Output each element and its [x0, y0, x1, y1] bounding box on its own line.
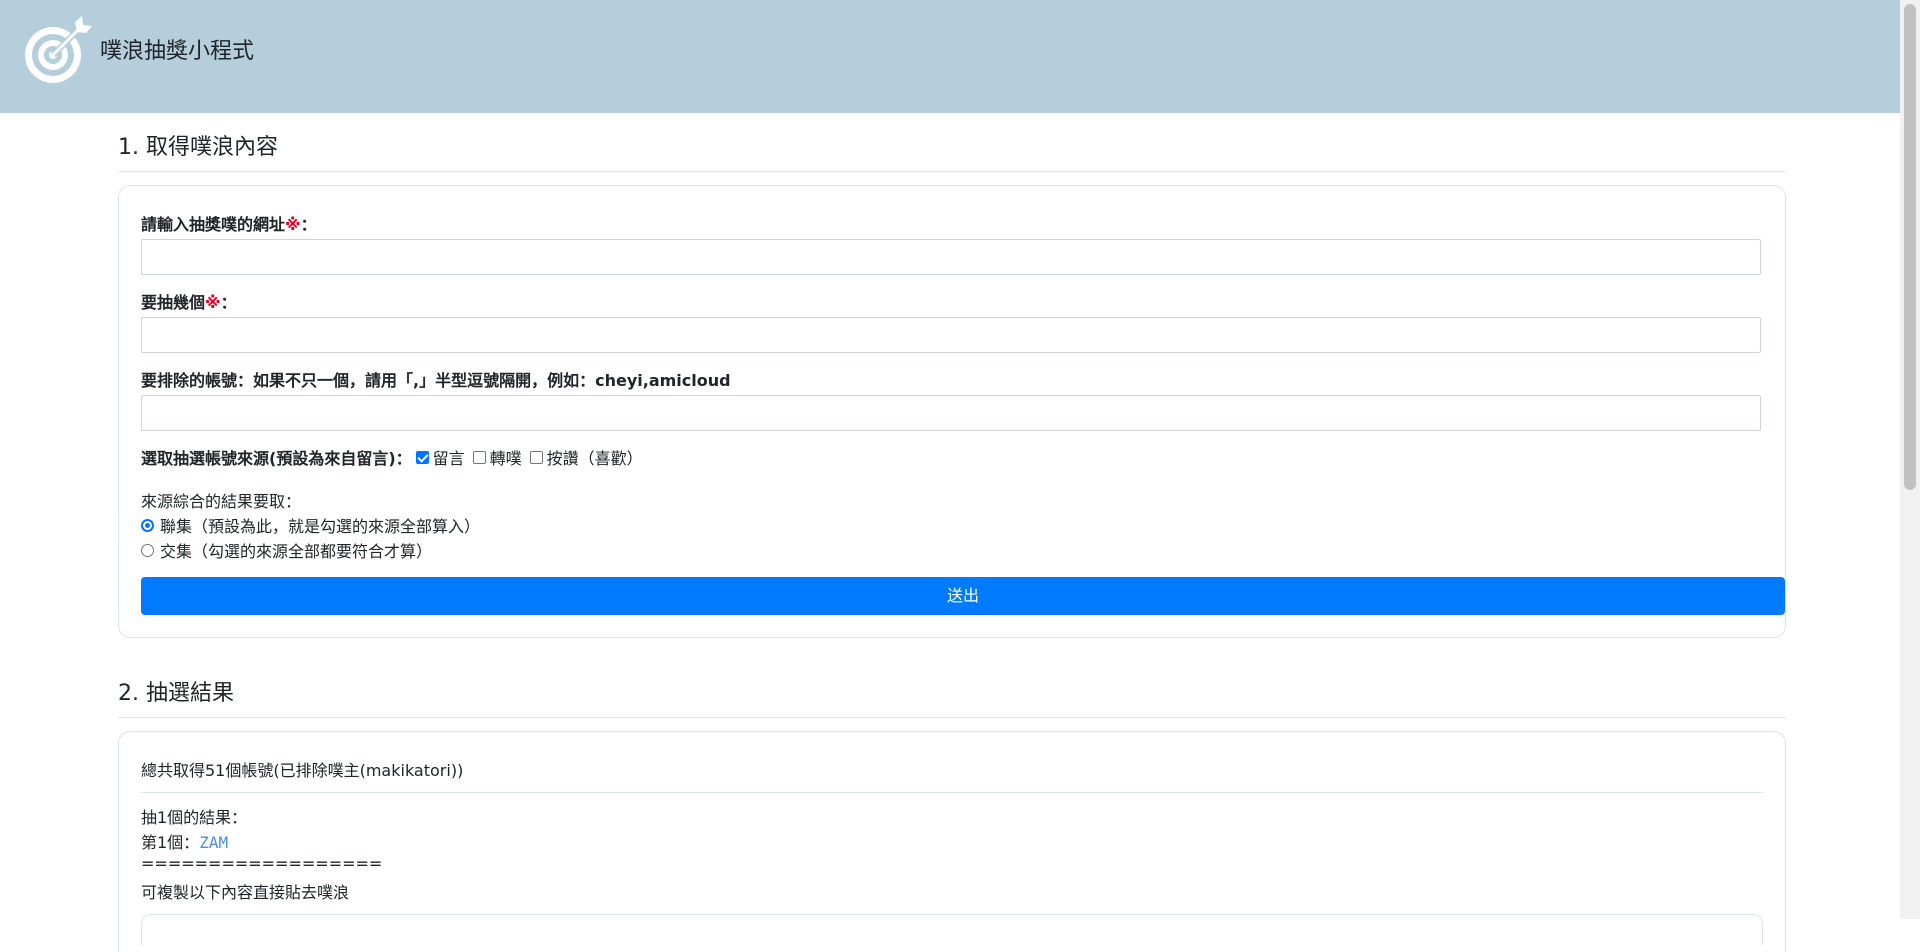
result-summary: 總共取得51個帳號(已排除噗主(makikatori)) — [141, 761, 464, 780]
count-label-text: 要抽幾個 — [141, 293, 206, 312]
winner-line: 第1個：ZAM — [141, 829, 228, 853]
count-label: 要抽幾個※： — [141, 289, 237, 313]
exclude-example: cheyi,amicloud — [595, 371, 731, 390]
exclude-label: 要排除的帳號：如果不只一個，請用「,」半型逗號隔開，例如：cheyi,amicl… — [141, 367, 731, 391]
intersection-radio[interactable] — [141, 543, 154, 557]
scrollbar-thumb[interactable] — [1904, 4, 1916, 490]
union-radio-label: 聯集（預設為此，就是勾選的來源全部算入） — [160, 517, 481, 536]
url-label: 請輸入抽獎噗的網址※： — [141, 211, 317, 235]
section-title-result: 2. 抽選結果 — [118, 679, 1786, 718]
winner-prefix: 第1個： — [141, 833, 200, 852]
intersection-radio-row[interactable]: 交集（勾選的來源全部都要符合才算） — [141, 538, 432, 562]
target-logo-icon — [25, 16, 92, 83]
union-radio[interactable] — [141, 518, 154, 532]
draw-count-input[interactable] — [141, 317, 1761, 353]
submit-button[interactable]: 送出 — [141, 577, 1785, 615]
required-mark: ※ — [285, 215, 301, 234]
required-mark: ※ — [205, 293, 221, 312]
result-separator: ================== — [141, 854, 383, 873]
page-scrollbar[interactable] — [1900, 0, 1920, 919]
combine-label: 來源綜合的結果要取： — [141, 492, 302, 511]
like-checkbox[interactable] — [529, 450, 543, 464]
like-checkbox-label: 按讚（喜歡） — [546, 449, 643, 468]
winner-link[interactable]: ZAM — [199, 833, 228, 852]
fetch-form-card: 請輸入抽獎噗的網址※： 要抽幾個※： 要排除的帳號：如果不只一個，請用「,」半型… — [118, 185, 1786, 638]
header-bar: 噗浪抽獎小程式 — [0, 0, 1900, 113]
url-label-colon: ： — [300, 215, 317, 234]
copy-hint: 可複製以下內容直接貼去噗浪 — [141, 883, 350, 902]
result-heading: 抽1個的結果： — [141, 808, 248, 827]
source-label: 選取抽選帳號來源(預設為來自留言)： — [141, 449, 412, 468]
exclude-accounts-input[interactable] — [141, 395, 1761, 431]
plurk-url-input[interactable] — [141, 239, 1761, 275]
replurk-checkbox[interactable] — [472, 450, 486, 464]
replurk-checkbox-label: 轉噗 — [489, 449, 522, 468]
comment-checkbox[interactable] — [415, 450, 429, 464]
union-radio-row[interactable]: 聯集（預設為此，就是勾選的來源全部算入） — [141, 513, 480, 537]
section-title-fetch: 1. 取得噗浪內容 — [118, 133, 1786, 172]
app-title: 噗浪抽獎小程式 — [100, 39, 255, 64]
intersection-radio-label: 交集（勾選的來源全部都要符合才算） — [160, 542, 433, 561]
url-label-text: 請輸入抽獎噗的網址 — [141, 215, 286, 234]
exclude-label-text: 要排除的帳號：如果不只一個，請用「,」半型逗號隔開，例如： — [141, 371, 596, 390]
source-checkbox-row: 選取抽選帳號來源(預設為來自留言)： 留言 轉噗 按讚（喜歡） — [141, 445, 647, 469]
count-label-colon: ： — [220, 293, 237, 312]
comment-checkbox-label: 留言 — [432, 449, 465, 468]
result-divider — [141, 792, 1763, 793]
